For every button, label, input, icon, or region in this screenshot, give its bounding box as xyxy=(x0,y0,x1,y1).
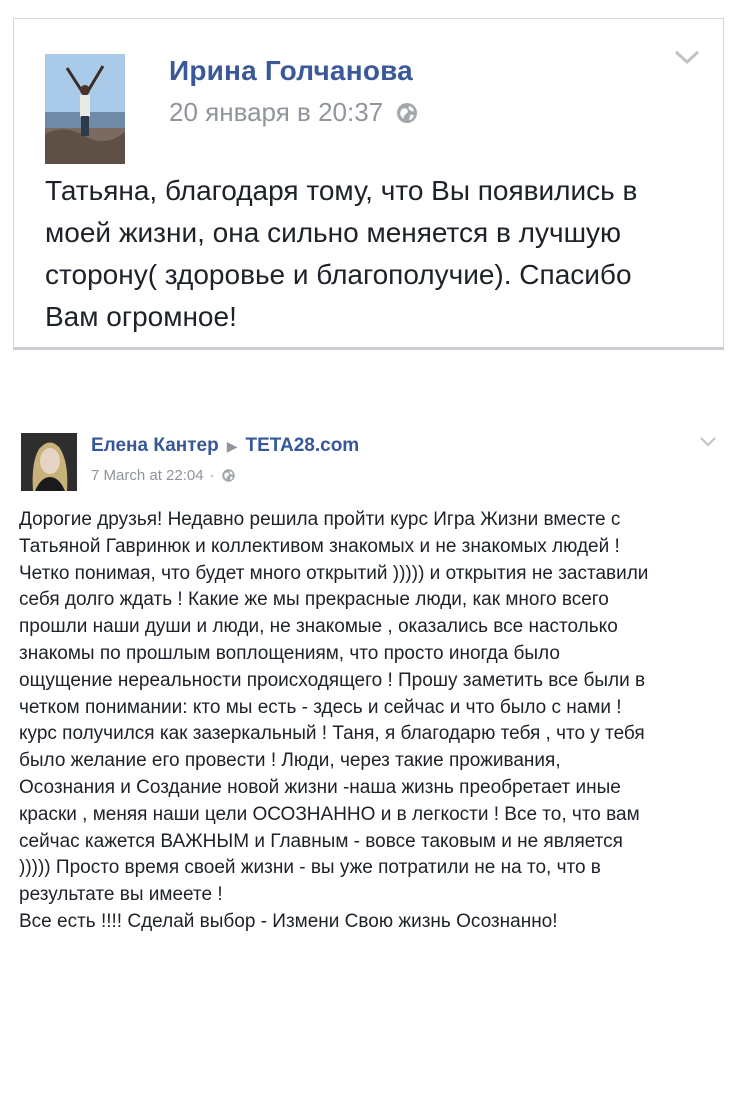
post-card-2: Елена Кантер ▶ TETA28.com 7 March at 22:… xyxy=(0,420,735,980)
share-arrow-icon: ▶ xyxy=(226,437,238,454)
post-card-1: Ирина Голчанова 20 января в 20:37 Татьян… xyxy=(13,18,724,350)
chevron-down-icon[interactable] xyxy=(699,434,717,448)
post-timestamp[interactable]: 20 января в 20:37 xyxy=(169,97,383,128)
author-name[interactable]: Ирина Голчанова xyxy=(169,55,413,87)
post-meta: 20 января в 20:37 xyxy=(169,97,419,128)
meta-dot: · xyxy=(209,467,215,484)
avatar-photo xyxy=(45,54,125,164)
post-header: Елена Кантер ▶ TETA28.com xyxy=(91,435,359,457)
post-body: Дорогие друзья! Недавно решила пройти ку… xyxy=(19,509,649,932)
globe-icon[interactable] xyxy=(395,101,419,125)
avatar-photo xyxy=(21,433,77,491)
post-body: Татьяна, благодаря тому, что Вы появилис… xyxy=(45,175,638,332)
globe-icon[interactable] xyxy=(221,468,236,483)
screenshot-page: Ирина Голчанова 20 января в 20:37 Татьян… xyxy=(0,0,735,1102)
target-page-name[interactable]: TETA28.com xyxy=(246,435,360,457)
author-name[interactable]: Елена Кантер xyxy=(91,435,219,457)
post-timestamp[interactable]: 7 March at 22:04 xyxy=(91,467,204,484)
author-avatar[interactable] xyxy=(21,433,77,491)
post-meta: 7 March at 22:04 · xyxy=(91,467,236,484)
chevron-down-icon[interactable] xyxy=(673,47,701,67)
author-avatar[interactable] xyxy=(45,54,125,164)
